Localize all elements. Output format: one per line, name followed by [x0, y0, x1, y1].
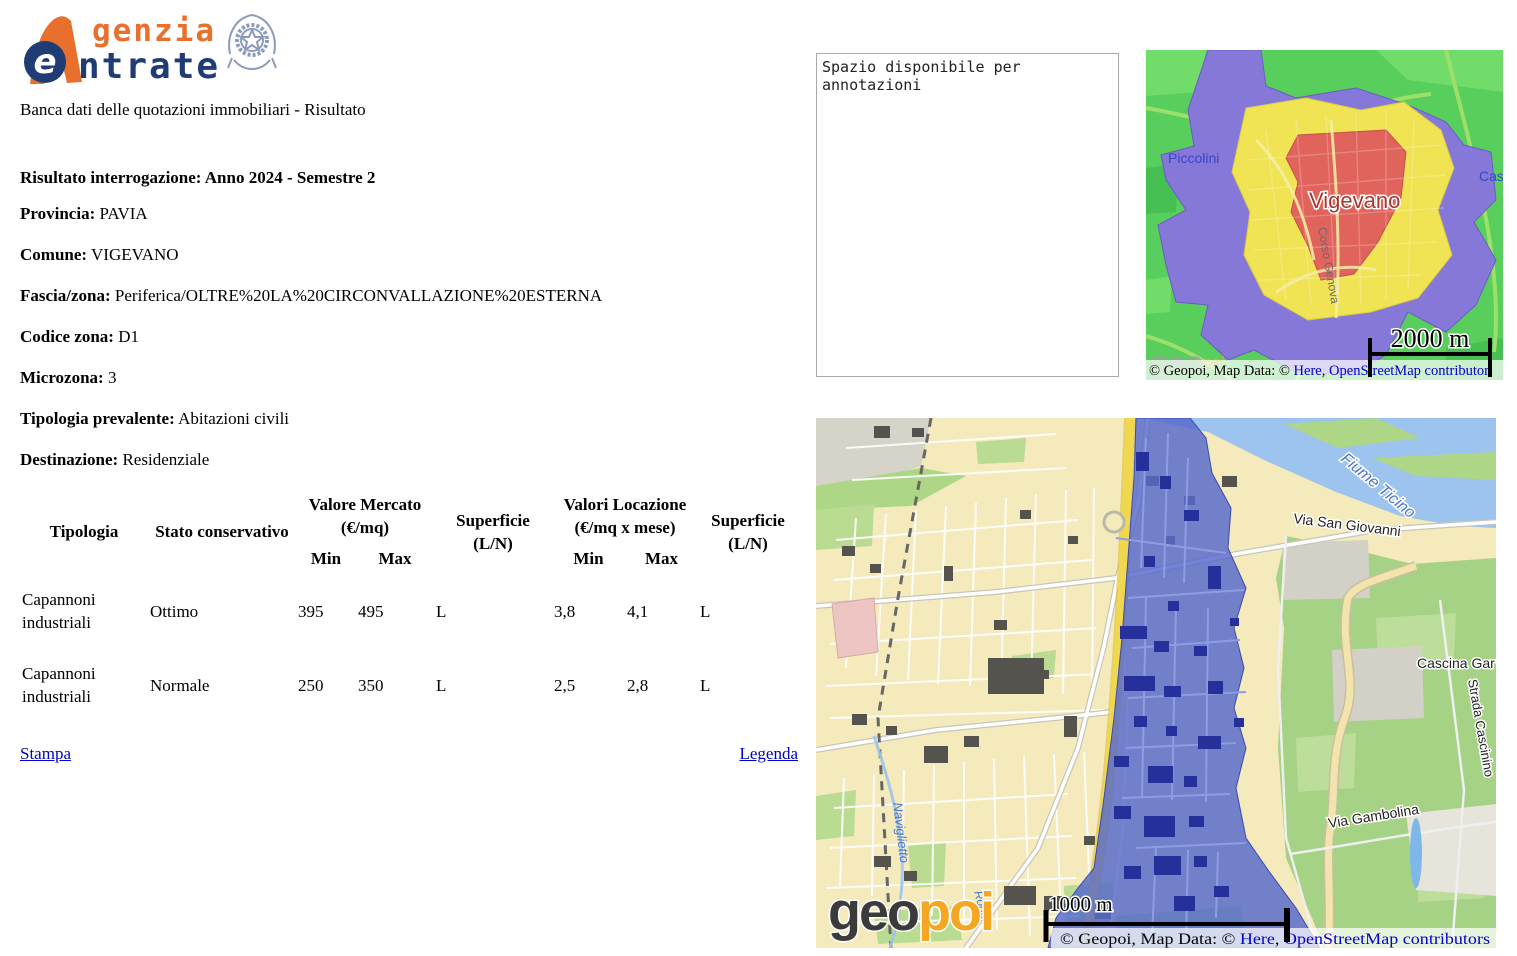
col-header-min-1: Min	[296, 543, 356, 574]
main-content: e genzia ntrate Banca dati delle quotazi…	[20, 10, 812, 764]
result-title: Risultato interrogazione: Anno 2024 - Se…	[20, 166, 812, 190]
col-header-superficie-1: Superficie (L/N)	[434, 489, 552, 574]
table-row: Capannoni industriali Normale 250 350 L …	[20, 648, 798, 722]
svg-text:e: e	[33, 42, 56, 82]
table-row: Capannoni industriali Ottimo 395 495 L 3…	[20, 574, 798, 648]
field-fascia-zona: Fascia/zona: Periferica/OLTRE%20LA%20CIR…	[20, 284, 812, 308]
page-title: Banca dati delle quotazioni immobiliari …	[20, 100, 812, 120]
annotations-textarea[interactable]: Spazio disponibile per annotazioni	[816, 53, 1119, 377]
agenzia-entrate-mark-icon: e	[20, 12, 82, 90]
here-link[interactable]: Here	[1294, 363, 1323, 379]
col-header-max-1: Max	[356, 543, 434, 574]
street-label-cascina: Cascina Gar	[1417, 655, 1495, 671]
field-provincia: Provincia: PAVIA	[20, 202, 812, 226]
osm-link[interactable]: OpenStreetMap contributor	[1329, 363, 1489, 379]
zone-detail-map: Fiume Ticino Via San Giovanni Cascina Ga…	[816, 418, 1496, 948]
col-header-valori-locazione: Valori Locazione (€/mq x mese)	[552, 489, 698, 543]
quotations-table: Tipologia Stato conservativo Valore Merc…	[20, 489, 798, 722]
col-header-valore-mercato: Valore Mercato (€/mq)	[296, 489, 434, 543]
large-map-attribution: © Geopoi, Map Data: © Here, OpenStreetMa…	[1060, 931, 1490, 948]
field-microzona: Microzona: 3	[20, 366, 812, 390]
col-header-superficie-2: Superficie (L/N)	[698, 489, 798, 574]
edge-town-label: Cas	[1479, 168, 1503, 184]
geopoi-logo: geopoi	[828, 882, 993, 942]
field-comune: Comune: VIGEVANO	[20, 243, 812, 267]
actions-row: Stampa Legenda	[20, 744, 798, 764]
scale-label: 1000 m	[1049, 892, 1113, 916]
hospital-pink-area	[832, 598, 878, 658]
pond	[1410, 818, 1422, 888]
logo-text-entrate: ntrate	[78, 49, 220, 85]
osm-link[interactable]: OpenStreetMap contributors	[1284, 931, 1490, 948]
town-label: Piccolini	[1168, 150, 1219, 166]
zone-overview-map: Piccolini Vigevano Corso Genova Cas geo …	[1146, 50, 1503, 380]
legenda-link[interactable]: Legenda	[739, 744, 798, 764]
field-tipologia-prevalente: Tipologia prevalente: Abitazioni civili	[20, 407, 812, 431]
field-destinazione: Destinazione: Residenziale	[20, 448, 812, 472]
roundabout	[1104, 512, 1124, 532]
col-header-tipologia: Tipologia	[20, 489, 148, 574]
city-label: Vigevano	[1309, 188, 1400, 213]
svg-text:geopoi: geopoi	[828, 882, 993, 942]
scale-label: 2000 m	[1391, 324, 1470, 353]
italian-republic-emblem-icon	[224, 10, 280, 86]
field-codice-zona: Codice zona: D1	[20, 325, 812, 349]
query-result: Risultato interrogazione: Anno 2024 - Se…	[20, 166, 812, 472]
logo-text-agenzia: genzia	[92, 16, 220, 47]
agency-logo: e genzia ntrate	[20, 10, 812, 92]
here-link[interactable]: Here	[1240, 931, 1275, 948]
col-header-min-2: Min	[552, 543, 625, 574]
stampa-link[interactable]: Stampa	[20, 744, 71, 764]
col-header-max-2: Max	[625, 543, 698, 574]
small-map-attribution: © Geopoi, Map Data: © Here, OpenStreetMa…	[1149, 363, 1489, 379]
col-header-stato: Stato conservativo	[148, 489, 296, 574]
